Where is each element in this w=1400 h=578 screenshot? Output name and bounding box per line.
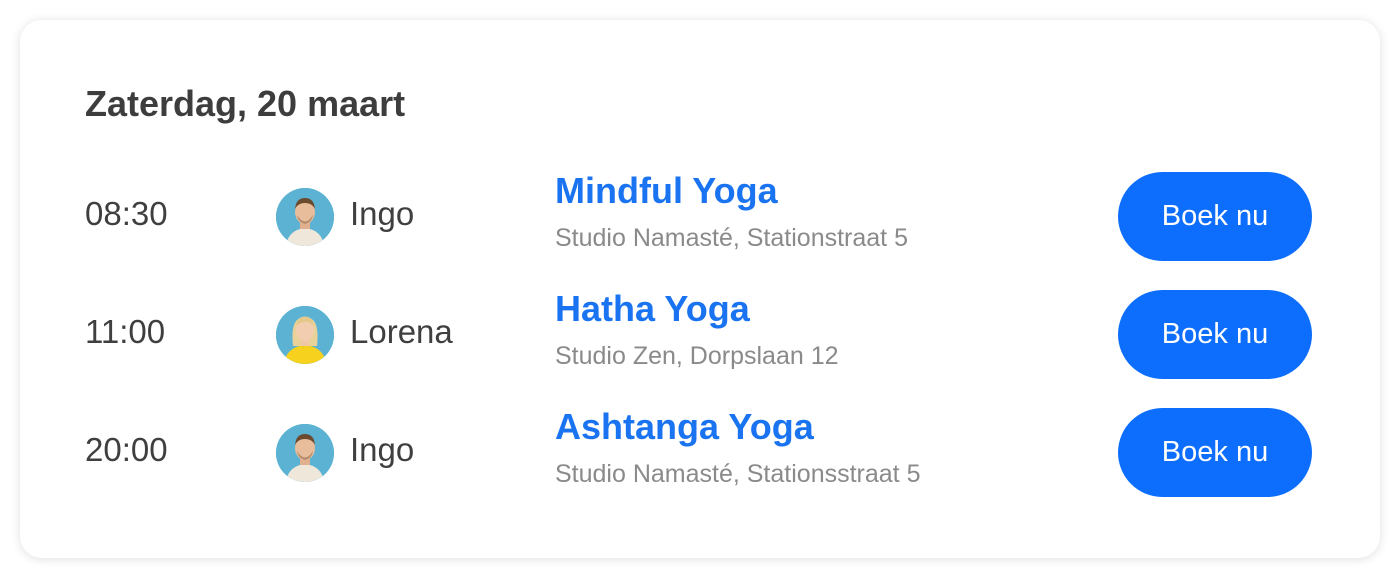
- class-name[interactable]: Hatha Yoga: [555, 288, 750, 330]
- teacher-name: Ingo: [350, 195, 415, 232]
- teacher-avatar: [276, 306, 334, 364]
- class-location: Studio Zen, Dorpslaan 12: [555, 342, 839, 370]
- schedule-card: Zaterdag, 20 maart 08:30 Ingo Mindful Yo…: [20, 20, 1380, 558]
- session-row: 08:30 Ingo Mindful Yoga Studio Namasté, …: [20, 167, 1380, 267]
- session-time: 20:00: [85, 431, 168, 468]
- teacher-avatar: [276, 188, 334, 246]
- teacher-name: Ingo: [350, 431, 415, 468]
- day-title: Zaterdag, 20 maart: [85, 83, 406, 124]
- class-location: Studio Namasté, Stationsstraat 5: [555, 460, 921, 488]
- session-row: 11:00 Lorena Hatha Yoga Studio Zen, Dorp…: [20, 285, 1380, 385]
- teacher-avatar: [276, 424, 334, 482]
- class-location: Studio Namasté, Stationstraat 5: [555, 224, 908, 252]
- book-now-button[interactable]: Boek nu: [1118, 172, 1312, 261]
- teacher-name: Lorena: [350, 313, 453, 350]
- book-now-button[interactable]: Boek nu: [1118, 408, 1312, 497]
- session-time: 08:30: [85, 195, 168, 232]
- class-name[interactable]: Mindful Yoga: [555, 170, 778, 212]
- class-name[interactable]: Ashtanga Yoga: [555, 406, 814, 448]
- session-time: 11:00: [85, 313, 166, 350]
- session-row: 20:00 Ingo Ashtanga Yoga Studio Namasté,…: [20, 403, 1380, 503]
- book-now-button[interactable]: Boek nu: [1118, 290, 1312, 379]
